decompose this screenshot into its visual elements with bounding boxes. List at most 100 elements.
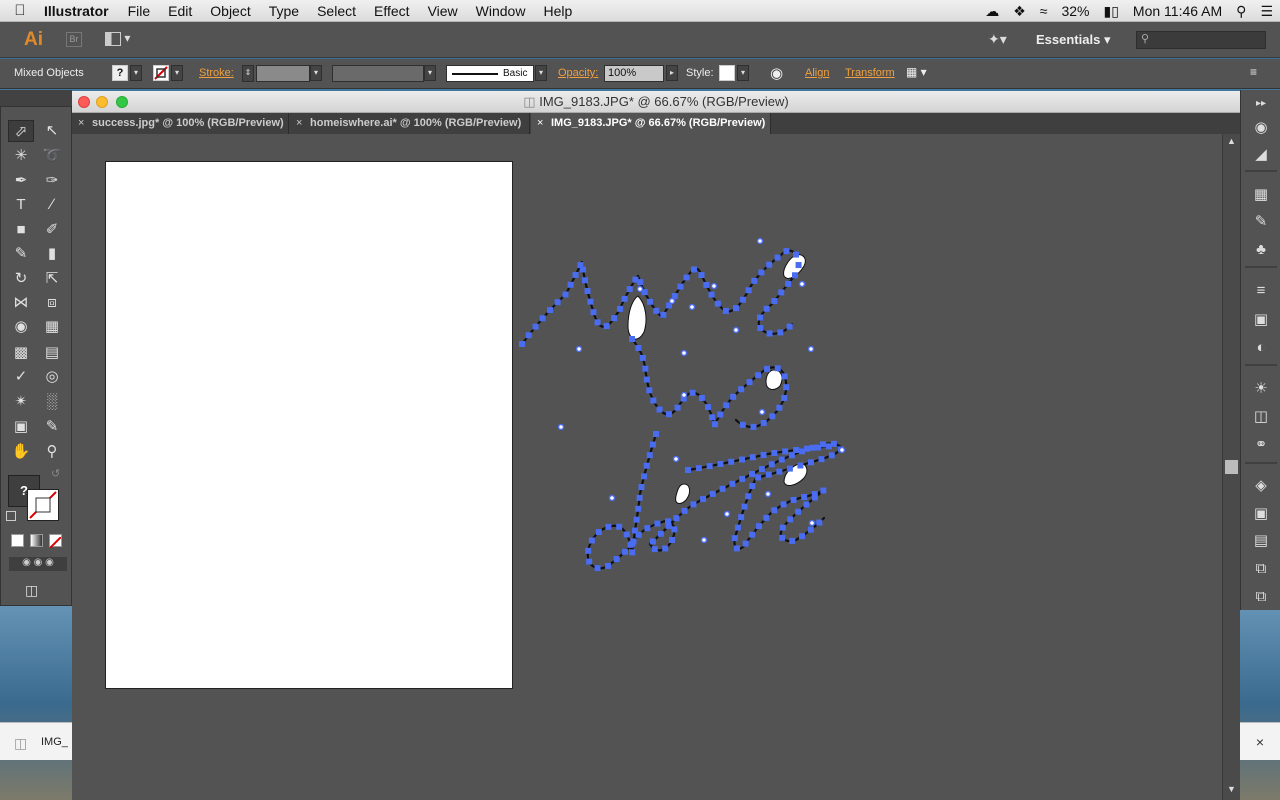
help-search-input[interactable]: ⚲ (1136, 31, 1266, 49)
sync-settings-icon[interactable]: ✦▾ (988, 31, 1007, 48)
gradient-tool-icon[interactable]: ▤ (39, 342, 65, 364)
battery-percent[interactable]: 32% (1054, 3, 1096, 19)
color-guide-icon[interactable]: ◢ (1251, 145, 1271, 165)
graphic-style-swatch[interactable] (719, 65, 735, 81)
collapse-panels-icon[interactable]: ▸▸ (1251, 94, 1271, 114)
graphic-styles-panel-icon[interactable]: ◫ (1251, 407, 1271, 427)
menu-type[interactable]: Type (260, 3, 308, 19)
mesh-tool-icon[interactable]: ▩ (8, 342, 34, 364)
close-tab-icon[interactable]: × (78, 113, 84, 134)
pathfinder-panel-icon[interactable]: ⧉ (1251, 559, 1271, 579)
isolate-object-icon[interactable]: ▦ ▾ (906, 65, 927, 79)
align-link[interactable]: Align (805, 67, 829, 79)
scroll-up-icon[interactable]: ▲ (1227, 136, 1236, 146)
perspective-grid-tool-icon[interactable]: ▦ (39, 316, 65, 338)
hand-tool-icon[interactable]: ✋ (8, 441, 34, 463)
tab-homeiswhere-ai[interactable]: × homeiswhere.ai* @ 100% (RGB/Preview) (290, 113, 530, 134)
swap-fill-stroke-icon[interactable]: ↺ (51, 467, 60, 480)
cc-libraries-panel-icon[interactable]: ⚭ (1251, 435, 1271, 455)
arrange-documents-button[interactable]: ▾ (105, 31, 133, 49)
document-title-bar[interactable]: ◫ IMG_9183.JPG* @ 66.67% (RGB/Preview) (72, 91, 1240, 113)
opacity-input[interactable]: 100% (604, 65, 664, 82)
recolor-artwork-icon[interactable]: ◉ (770, 64, 783, 82)
minimize-window-button[interactable] (96, 96, 108, 108)
line-tool-icon[interactable]: ∕ (39, 194, 65, 216)
rectangle-tool-icon[interactable]: ■ (8, 219, 34, 241)
eraser-tool-icon[interactable]: ▮ (39, 243, 65, 265)
opacity-label[interactable]: Opacity: (558, 67, 598, 79)
graphic-style-dropdown[interactable]: ▾ (737, 65, 749, 81)
selection-tool-icon[interactable]: ⬀ (8, 120, 34, 142)
color-panel-icon[interactable]: ◉ (1251, 118, 1271, 138)
direct-selection-tool-icon[interactable]: ↖ (39, 120, 65, 142)
menu-window[interactable]: Window (467, 3, 535, 19)
type-tool-icon[interactable]: T (8, 194, 34, 216)
menu-select[interactable]: Select (308, 3, 365, 19)
gradient-mode-icon[interactable] (30, 534, 43, 547)
menu-file[interactable]: File (119, 3, 160, 19)
brush-definition[interactable]: Basic (446, 65, 534, 82)
stroke-weight-stepper[interactable]: ⇕ (242, 65, 254, 82)
color-mode-icon[interactable] (11, 534, 24, 547)
app-menu[interactable]: Illustrator (40, 3, 119, 19)
scale-tool-icon[interactable]: ⇱ (39, 268, 65, 290)
width-tool-icon[interactable]: ⋈ (8, 292, 34, 314)
vertical-scrollbar[interactable]: ▲ ▼ (1222, 134, 1240, 800)
artboards-panel-icon[interactable]: ▣ (1251, 504, 1271, 524)
stroke-dropdown[interactable]: ▾ (171, 65, 183, 81)
canvas-area[interactable] (72, 134, 1222, 800)
zoom-window-button[interactable] (116, 96, 128, 108)
variable-width-profile[interactable] (332, 65, 424, 82)
menu-edit[interactable]: Edit (159, 3, 201, 19)
appearance-panel-icon[interactable]: ☀ (1251, 379, 1271, 399)
none-mode-icon[interactable] (49, 534, 62, 549)
pencil-tool-icon[interactable]: ✎ (8, 243, 34, 265)
shape-builder-tool-icon[interactable]: ◉ (8, 316, 34, 338)
drawing-modes-icon[interactable]: ◉ ◉ ◉ (9, 557, 67, 571)
menu-effect[interactable]: Effect (365, 3, 419, 19)
slice-tool-icon[interactable]: ✎ (39, 416, 65, 438)
magic-wand-tool-icon[interactable]: ✳ (8, 145, 34, 167)
fill-swatch[interactable]: ? (112, 65, 128, 81)
swatches-panel-icon[interactable]: ▦ (1251, 185, 1271, 205)
tab-success-jpg[interactable]: × success.jpg* @ 100% (RGB/Preview) (72, 113, 289, 134)
workspace-switcher[interactable]: Essentials ▾ (1036, 32, 1110, 48)
scroll-down-icon[interactable]: ▼ (1227, 784, 1236, 794)
symbol-sprayer-tool-icon[interactable]: ✴ (8, 391, 34, 413)
variable-width-dropdown[interactable]: ▾ (424, 65, 436, 81)
blend-tool-icon[interactable]: ◎ (39, 366, 65, 388)
stroke-panel-icon[interactable]: ≡ (1251, 281, 1271, 301)
menu-help[interactable]: Help (534, 3, 581, 19)
layers-panel-icon[interactable]: ◈ (1251, 476, 1271, 496)
gradient-panel-icon[interactable]: ▣ (1251, 310, 1271, 330)
battery-icon[interactable]: ▮▯ (1097, 3, 1126, 20)
transparency-panel-icon[interactable]: ◐ (1251, 338, 1271, 358)
close-tab-icon[interactable]: × (537, 113, 543, 134)
transform-link[interactable]: Transform (845, 67, 895, 79)
column-graph-tool-icon[interactable]: ░ (39, 391, 65, 413)
align-panel-icon[interactable]: ▤ (1251, 531, 1271, 551)
pen-tool-icon[interactable]: ✒ (8, 170, 34, 192)
lasso-tool-icon[interactable]: ➰ (39, 145, 65, 167)
stroke-swatch[interactable] (153, 65, 169, 81)
dropbox-icon[interactable]: ❖ (1006, 3, 1033, 20)
download-file-label[interactable]: IMG_ (41, 736, 68, 748)
opacity-arrow[interactable]: ▸ (666, 65, 678, 81)
download-bar-close[interactable]: × (1240, 722, 1280, 760)
wifi-icon[interactable]: ≈ (1033, 3, 1055, 19)
eyedropper-tool-icon[interactable]: ✓ (8, 366, 34, 388)
spotlight-icon[interactable]: ⚲ (1229, 3, 1253, 20)
scroll-thumb[interactable] (1225, 460, 1238, 474)
stroke-weight-input[interactable] (256, 65, 310, 82)
close-tab-icon[interactable]: × (296, 113, 302, 134)
tab-img-9183-jpg[interactable]: × IMG_9183.JPG* @ 66.67% (RGB/Preview) (531, 113, 771, 134)
symbols-panel-icon[interactable]: ♣ (1251, 240, 1271, 260)
creative-cloud-icon[interactable]: ☁ (978, 3, 1006, 20)
traced-lettering-artwork[interactable] (72, 134, 1222, 800)
tools-panel-header[interactable] (0, 90, 72, 106)
paintbrush-tool-icon[interactable]: ✐ (39, 219, 65, 241)
fill-dropdown[interactable]: ▾ (130, 65, 142, 81)
stroke-weight-dropdown[interactable]: ▾ (310, 65, 322, 81)
rotate-tool-icon[interactable]: ↻ (8, 268, 34, 290)
clock[interactable]: Mon 11:46 AM (1126, 3, 1229, 19)
